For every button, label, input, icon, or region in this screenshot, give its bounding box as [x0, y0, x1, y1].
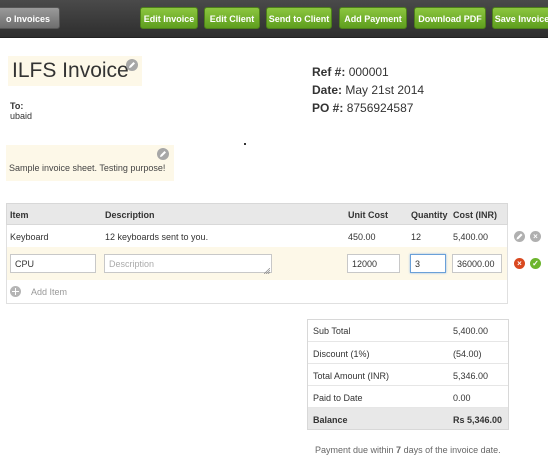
edit-note-pencil-icon[interactable] — [157, 148, 169, 160]
paid-to-date-label: Paid to Date — [313, 393, 363, 403]
sub-total-label: Sub Total — [313, 326, 351, 336]
to-label: To: — [10, 101, 24, 111]
row-quantity: 12 — [411, 232, 422, 242]
column-header-unit-cost: Unit Cost — [348, 210, 388, 220]
date-label: Date: — [312, 83, 343, 97]
payment-terms-suffix: days of the invoice date. — [401, 445, 501, 455]
download-pdf-button[interactable]: Download PDF — [414, 7, 486, 29]
add-item-link[interactable]: Add Item — [31, 287, 67, 297]
edit-title-pencil-icon[interactable] — [126, 59, 138, 71]
add-item-row — [6, 280, 508, 304]
table-row — [6, 225, 508, 247]
date-value: May 21st 2014 — [345, 83, 425, 97]
invoice-title: ILFS Invoice — [12, 59, 129, 82]
ref-number: Ref #: 000001 — [312, 65, 389, 79]
balance-value: Rs 5,346.00 — [453, 415, 503, 425]
edit-row-pencil-icon[interactable] — [514, 231, 525, 242]
confirm-edit-icon[interactable]: ✓ — [530, 258, 541, 269]
save-invoice-button[interactable]: Save Invoice — [492, 7, 548, 29]
quantity-input[interactable] — [410, 254, 446, 273]
invoice-note: Sample invoice sheet. Testing purpose! — [9, 163, 166, 173]
row-unit-cost: 450.00 — [348, 232, 376, 242]
invoice-date: Date: May 21st 2014 — [312, 83, 424, 97]
row-cost: 5,400.00 — [453, 232, 489, 242]
ref-label: Ref #: — [312, 65, 346, 79]
totals-divider — [308, 385, 508, 386]
top-toolbar: o Invoices Edit Invoice Edit Client Send… — [0, 0, 548, 38]
sub-total-value: 5,400.00 — [453, 326, 489, 336]
send-to-client-button[interactable]: Send to Client — [266, 7, 332, 29]
row-item: Keyboard — [10, 232, 49, 242]
client-name: ubaid — [10, 111, 33, 121]
unit-cost-input[interactable] — [347, 254, 400, 273]
resize-handle-icon[interactable] — [263, 266, 271, 275]
item-name-input[interactable] — [10, 254, 96, 273]
column-header-item: Item — [10, 210, 29, 220]
discount-value: (54.00) — [453, 349, 482, 359]
paid-to-date-value: 0.00 — [453, 393, 471, 403]
totals-divider — [308, 341, 508, 342]
delete-row-icon[interactable]: × — [530, 231, 541, 242]
add-payment-button[interactable]: Add Payment — [339, 7, 407, 29]
payment-terms: Payment due within 7 days of the invoice… — [315, 445, 501, 455]
column-header-description: Description — [105, 210, 155, 220]
add-item-plus-icon[interactable] — [10, 286, 21, 297]
cancel-edit-icon[interactable]: × — [514, 258, 525, 269]
back-to-invoices-button[interactable]: o Invoices — [0, 7, 60, 29]
edit-invoice-button[interactable]: Edit Invoice — [140, 7, 198, 29]
cost-input[interactable] — [452, 254, 502, 273]
po-label: PO #: — [312, 101, 344, 115]
po-value: 8756924587 — [346, 101, 414, 115]
po-number: PO #: 8756924587 — [312, 101, 413, 115]
stray-dot — [244, 143, 246, 145]
balance-label: Balance — [313, 415, 348, 425]
column-header-cost: Cost (INR) — [453, 210, 497, 220]
edit-client-button[interactable]: Edit Client — [204, 7, 260, 29]
description-input[interactable] — [104, 254, 272, 273]
payment-terms-prefix: Payment due within — [315, 445, 397, 455]
ref-value: 000001 — [348, 65, 389, 79]
totals-divider — [308, 363, 508, 364]
column-header-quantity: Quantity — [411, 210, 448, 220]
row-description: 12 keyboards sent to you. — [105, 232, 209, 242]
total-amount-label: Total Amount (INR) — [313, 371, 390, 381]
discount-label: Discount (1%) — [313, 349, 370, 359]
total-amount-value: 5,346.00 — [453, 371, 489, 381]
